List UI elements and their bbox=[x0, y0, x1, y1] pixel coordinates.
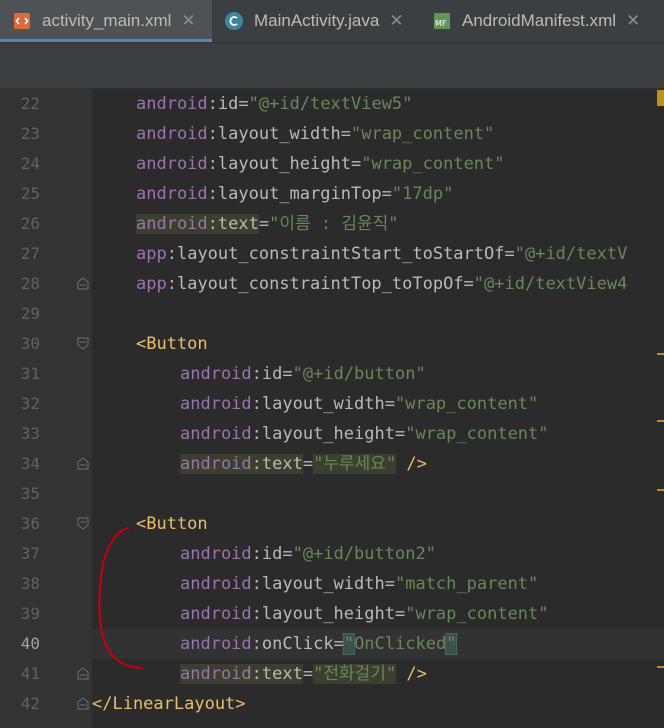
fold-end-icon[interactable] bbox=[77, 457, 89, 470]
code-line: </LinearLayout> bbox=[92, 694, 246, 714]
line-number: 25 bbox=[20, 184, 40, 203]
line-number-current: 40 bbox=[20, 634, 40, 653]
fold-end-icon[interactable] bbox=[77, 277, 89, 290]
breadcrumb-bar bbox=[0, 43, 664, 89]
line-number: 22 bbox=[20, 94, 40, 113]
fold-start-icon[interactable] bbox=[77, 517, 89, 530]
code-line: android:layout_width="wrap_content" bbox=[136, 124, 495, 144]
code-line: android:layout_width="wrap_content" bbox=[180, 394, 539, 414]
code-line: android:id="@+id/textView5" bbox=[136, 94, 413, 114]
line-number: 29 bbox=[20, 304, 40, 323]
line-number: 32 bbox=[20, 394, 40, 413]
close-icon[interactable]: ✕ bbox=[389, 11, 403, 31]
line-number: 33 bbox=[20, 424, 40, 443]
code-line: android:layout_width="match_parent" bbox=[180, 574, 539, 594]
code-line: android:id="@+id/button" bbox=[180, 364, 426, 384]
line-number: 38 bbox=[20, 574, 40, 593]
scroll-marker[interactable] bbox=[657, 90, 664, 106]
code-line: <Button bbox=[136, 334, 208, 354]
line-number: 28 bbox=[20, 274, 40, 293]
fold-start-icon[interactable] bbox=[77, 337, 89, 350]
manifest-file-icon: MF bbox=[434, 13, 450, 29]
line-number: 30 bbox=[20, 334, 40, 353]
line-number: 35 bbox=[20, 484, 40, 503]
code-line: android:id="@+id/button2" bbox=[180, 544, 436, 564]
code-line: android:text="누루세요" /> bbox=[180, 454, 427, 474]
tab-label: activity_main.xml bbox=[42, 11, 172, 30]
tab-label: AndroidManifest.xml bbox=[462, 11, 617, 30]
code-line: android:layout_height="wrap_content" bbox=[180, 604, 549, 624]
line-number: 39 bbox=[20, 604, 40, 623]
line-number: 41 bbox=[20, 664, 40, 683]
code-editor[interactable]: android:id="@+id/textView5" android:layo… bbox=[92, 89, 664, 728]
manifest-badge: MF bbox=[435, 19, 447, 28]
code-line: android:text="이름 : 김윤직" bbox=[136, 214, 399, 234]
scroll-marker[interactable] bbox=[657, 420, 664, 422]
close-icon[interactable]: ✕ bbox=[181, 11, 195, 31]
line-number: 24 bbox=[20, 154, 40, 173]
close-icon[interactable]: ✕ bbox=[626, 11, 640, 31]
scroll-marker[interactable] bbox=[657, 489, 664, 491]
line-number: 36 bbox=[20, 514, 40, 533]
scroll-marker[interactable] bbox=[657, 353, 664, 355]
scroll-marker[interactable] bbox=[657, 666, 664, 668]
code-line: android:layout_height="wrap_content" bbox=[136, 154, 505, 174]
line-number: 23 bbox=[20, 124, 40, 143]
code-line: app:layout_constraintStart_toStartOf="@+… bbox=[136, 244, 628, 264]
line-number: 42 bbox=[20, 694, 40, 713]
java-class-icon bbox=[225, 12, 243, 30]
line-number-gutter: 22 23 24 25 26 27 28 29 30 31 32 33 34 3… bbox=[0, 89, 92, 728]
tab-main-activity-java[interactable]: MainActivity.java ✕ bbox=[222, 0, 418, 42]
code-line-current: android:onClick="OnClicked" bbox=[180, 633, 458, 655]
tab-activity-main-xml[interactable]: activity_main.xml ✕ bbox=[0, 0, 212, 42]
code-line: android:text="전화걸기" /> bbox=[180, 664, 427, 684]
code-line: app:layout_constraintTop_toTopOf="@+id/t… bbox=[136, 274, 628, 294]
tab-label: MainActivity.java bbox=[254, 11, 380, 30]
line-number: 34 bbox=[20, 454, 40, 473]
line-number: 37 bbox=[20, 544, 40, 563]
code-line: <Button bbox=[136, 514, 208, 534]
tab-android-manifest-xml[interactable]: MF AndroidManifest.xml ✕ bbox=[430, 0, 664, 42]
code-line: android:layout_height="wrap_content" bbox=[180, 424, 549, 444]
xml-file-icon bbox=[14, 13, 30, 29]
line-number: 26 bbox=[20, 214, 40, 233]
fold-end-icon[interactable] bbox=[77, 697, 89, 710]
fold-end-icon[interactable] bbox=[77, 667, 89, 680]
line-number: 27 bbox=[20, 244, 40, 263]
code-line: android:layout_marginTop="17dp" bbox=[136, 184, 454, 204]
editor-tab-bar: activity_main.xml ✕ MainActivity.java ✕ … bbox=[0, 0, 664, 43]
line-number: 31 bbox=[20, 364, 40, 383]
